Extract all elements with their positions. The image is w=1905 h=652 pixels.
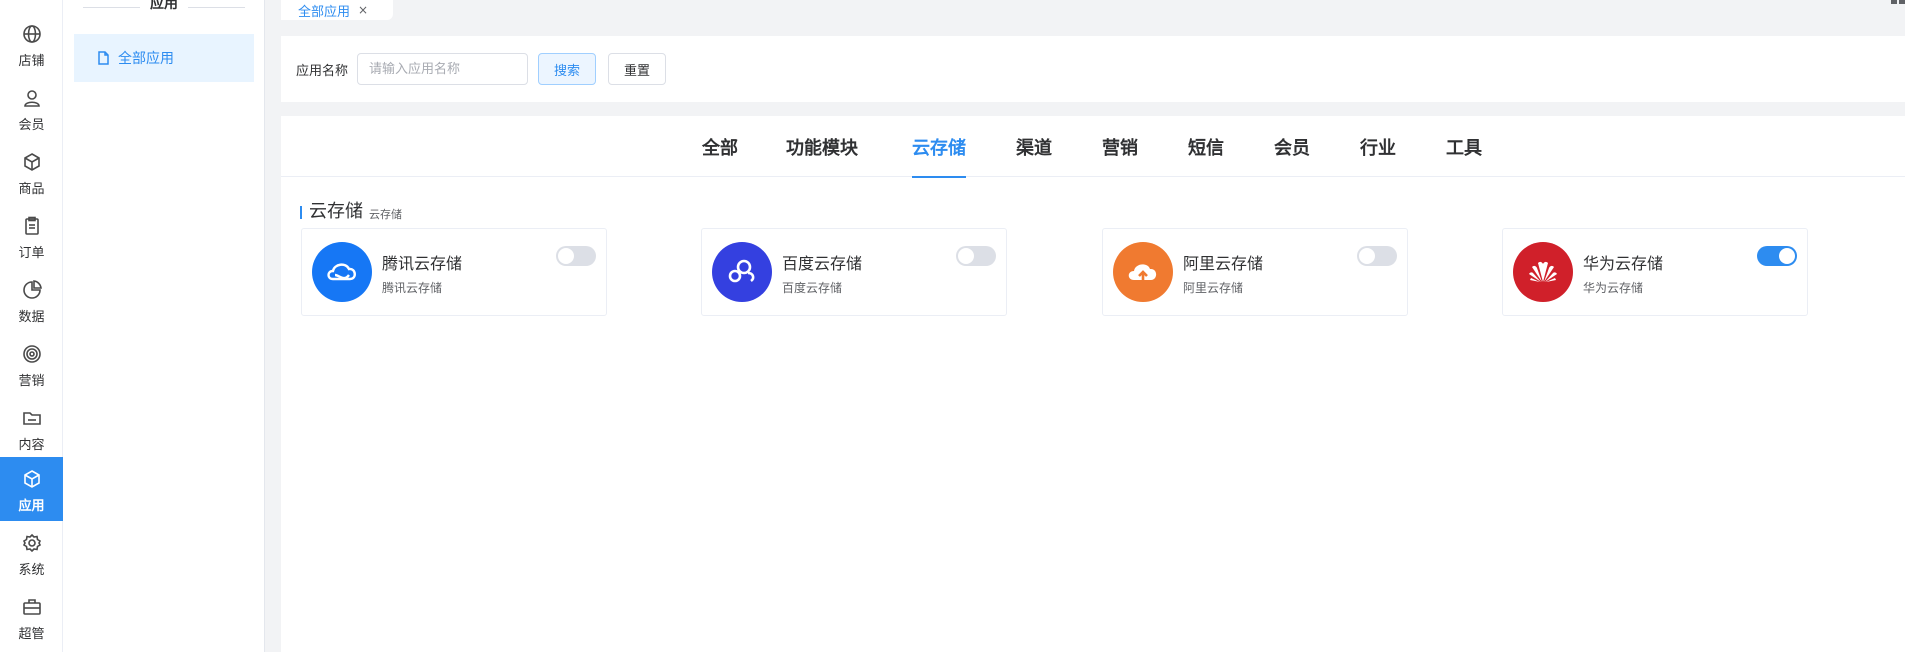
- globe-icon: [22, 25, 41, 43]
- tab-all-apps[interactable]: 全部应用 ×: [281, 0, 393, 20]
- nav-item-goods[interactable]: 商品: [0, 140, 63, 204]
- tab-category-sms[interactable]: 短信: [1188, 116, 1224, 177]
- tab-category-modules[interactable]: 功能模块: [786, 116, 858, 177]
- gear-icon: [22, 533, 41, 553]
- search-button[interactable]: 搜索: [538, 53, 597, 85]
- app-card-huawei[interactable]: 华为云存储 华为云存储: [1502, 228, 1808, 316]
- clipboard-icon: [24, 216, 39, 235]
- aliyun-icon: [1113, 242, 1173, 302]
- nav-item-content[interactable]: 内容: [0, 396, 63, 460]
- nav-item-store[interactable]: 店铺: [0, 12, 63, 76]
- tab-category-industry[interactable]: 行业: [1360, 116, 1396, 177]
- app-desc: 腾讯云存储: [382, 281, 443, 295]
- tab-category-tools[interactable]: 工具: [1446, 116, 1482, 177]
- nav-item-label: 店铺: [18, 54, 45, 69]
- tab-category-member[interactable]: 会员: [1274, 116, 1310, 177]
- target-icon: [22, 345, 41, 363]
- app-desc: 阿里云存储: [1183, 281, 1244, 295]
- tencent-cloud-icon: [312, 242, 372, 302]
- nav-item-label: 营销: [18, 374, 45, 389]
- submenu-item-all-apps[interactable]: 全部应用: [74, 34, 254, 82]
- app-name: 腾讯云存储: [382, 254, 463, 273]
- nav-item-marketing[interactable]: 营销: [0, 332, 63, 396]
- huawei-icon: [1513, 242, 1573, 302]
- cube-icon: [23, 470, 40, 488]
- nav-item-label: 内容: [18, 438, 45, 453]
- app-name: 华为云存储: [1583, 254, 1664, 273]
- section-header: 云存储 云存储: [300, 202, 402, 222]
- close-icon[interactable]: ×: [358, 3, 368, 17]
- submenu-title: 应用: [73, 0, 255, 14]
- user-icon: [23, 90, 40, 107]
- nav-item-admin[interactable]: 超管: [0, 585, 63, 649]
- reset-button[interactable]: 重置: [608, 53, 667, 85]
- tab-category-channel[interactable]: 渠道: [1016, 116, 1052, 177]
- tab-label: 全部应用: [298, 4, 351, 20]
- nav-item-label: 订单: [18, 246, 45, 261]
- grid-menu-icon[interactable]: [1891, 0, 1905, 10]
- page-tab-strip: 全部应用 ×: [266, 0, 1905, 22]
- app-name-label: 应用名称: [296, 63, 349, 79]
- nav-item-label: 商品: [18, 182, 45, 197]
- pie-chart-icon: [22, 280, 42, 299]
- nav-item-label: 会员: [18, 118, 45, 133]
- nav-item-label: 系统: [18, 563, 45, 578]
- box-icon: [23, 153, 40, 171]
- search-panel: 应用名称 搜索 重置: [281, 36, 1905, 102]
- briefcase-icon: [22, 599, 41, 615]
- submenu-title-text: 应用: [150, 0, 178, 12]
- app-desc: 百度云存储: [782, 281, 843, 295]
- main-nav-rail: 店铺 会员 商品 订单 数据 营销 内容 应用 系统 超管: [0, 0, 63, 652]
- enable-toggle[interactable]: [1357, 246, 1397, 266]
- app-card-baidu[interactable]: 百度云存储 百度云存储: [701, 228, 1007, 316]
- app-name: 百度云存储: [782, 254, 863, 273]
- enable-toggle[interactable]: [956, 246, 996, 266]
- section-subtitle: 云存储: [369, 208, 402, 221]
- secondary-menu: 应用 全部应用: [63, 0, 265, 652]
- category-tabs: 全部 功能模块 云存储 渠道 营销 短信 会员 行业 工具: [281, 116, 1905, 178]
- nav-item-order[interactable]: 订单: [0, 204, 63, 268]
- nav-item-apps[interactable]: 应用: [0, 457, 63, 521]
- nav-item-data[interactable]: 数据: [0, 268, 63, 332]
- document-icon: [98, 51, 109, 65]
- tab-category-all[interactable]: 全部: [702, 116, 738, 177]
- folder-icon: [22, 412, 41, 425]
- app-card-tencent[interactable]: 腾讯云存储 腾讯云存储: [301, 228, 607, 316]
- submenu-item-label: 全部应用: [118, 51, 174, 67]
- tab-category-marketing[interactable]: 营销: [1102, 116, 1138, 177]
- section-title: 云存储: [309, 201, 363, 222]
- app-list-panel: 全部 功能模块 云存储 渠道 营销 短信 会员 行业 工具 云存储 云存储 腾讯…: [281, 116, 1905, 652]
- nav-item-system[interactable]: 系统: [0, 521, 63, 585]
- nav-item-member[interactable]: 会员: [0, 76, 63, 140]
- app-name: 阿里云存储: [1183, 254, 1264, 273]
- tab-category-cloud-storage[interactable]: 云存储: [912, 116, 966, 178]
- app-name-input[interactable]: [357, 53, 529, 85]
- app-card-aliyun[interactable]: 阿里云存储 阿里云存储: [1102, 228, 1408, 316]
- app-desc: 华为云存储: [1583, 281, 1644, 295]
- nav-item-label: 应用: [18, 499, 45, 514]
- section-accent-bar: [300, 206, 302, 219]
- nav-item-label: 数据: [18, 310, 45, 325]
- enable-toggle[interactable]: [556, 246, 596, 266]
- enable-toggle[interactable]: [1757, 246, 1797, 266]
- nav-item-label: 超管: [18, 627, 45, 642]
- baidu-cloud-icon: [712, 242, 772, 302]
